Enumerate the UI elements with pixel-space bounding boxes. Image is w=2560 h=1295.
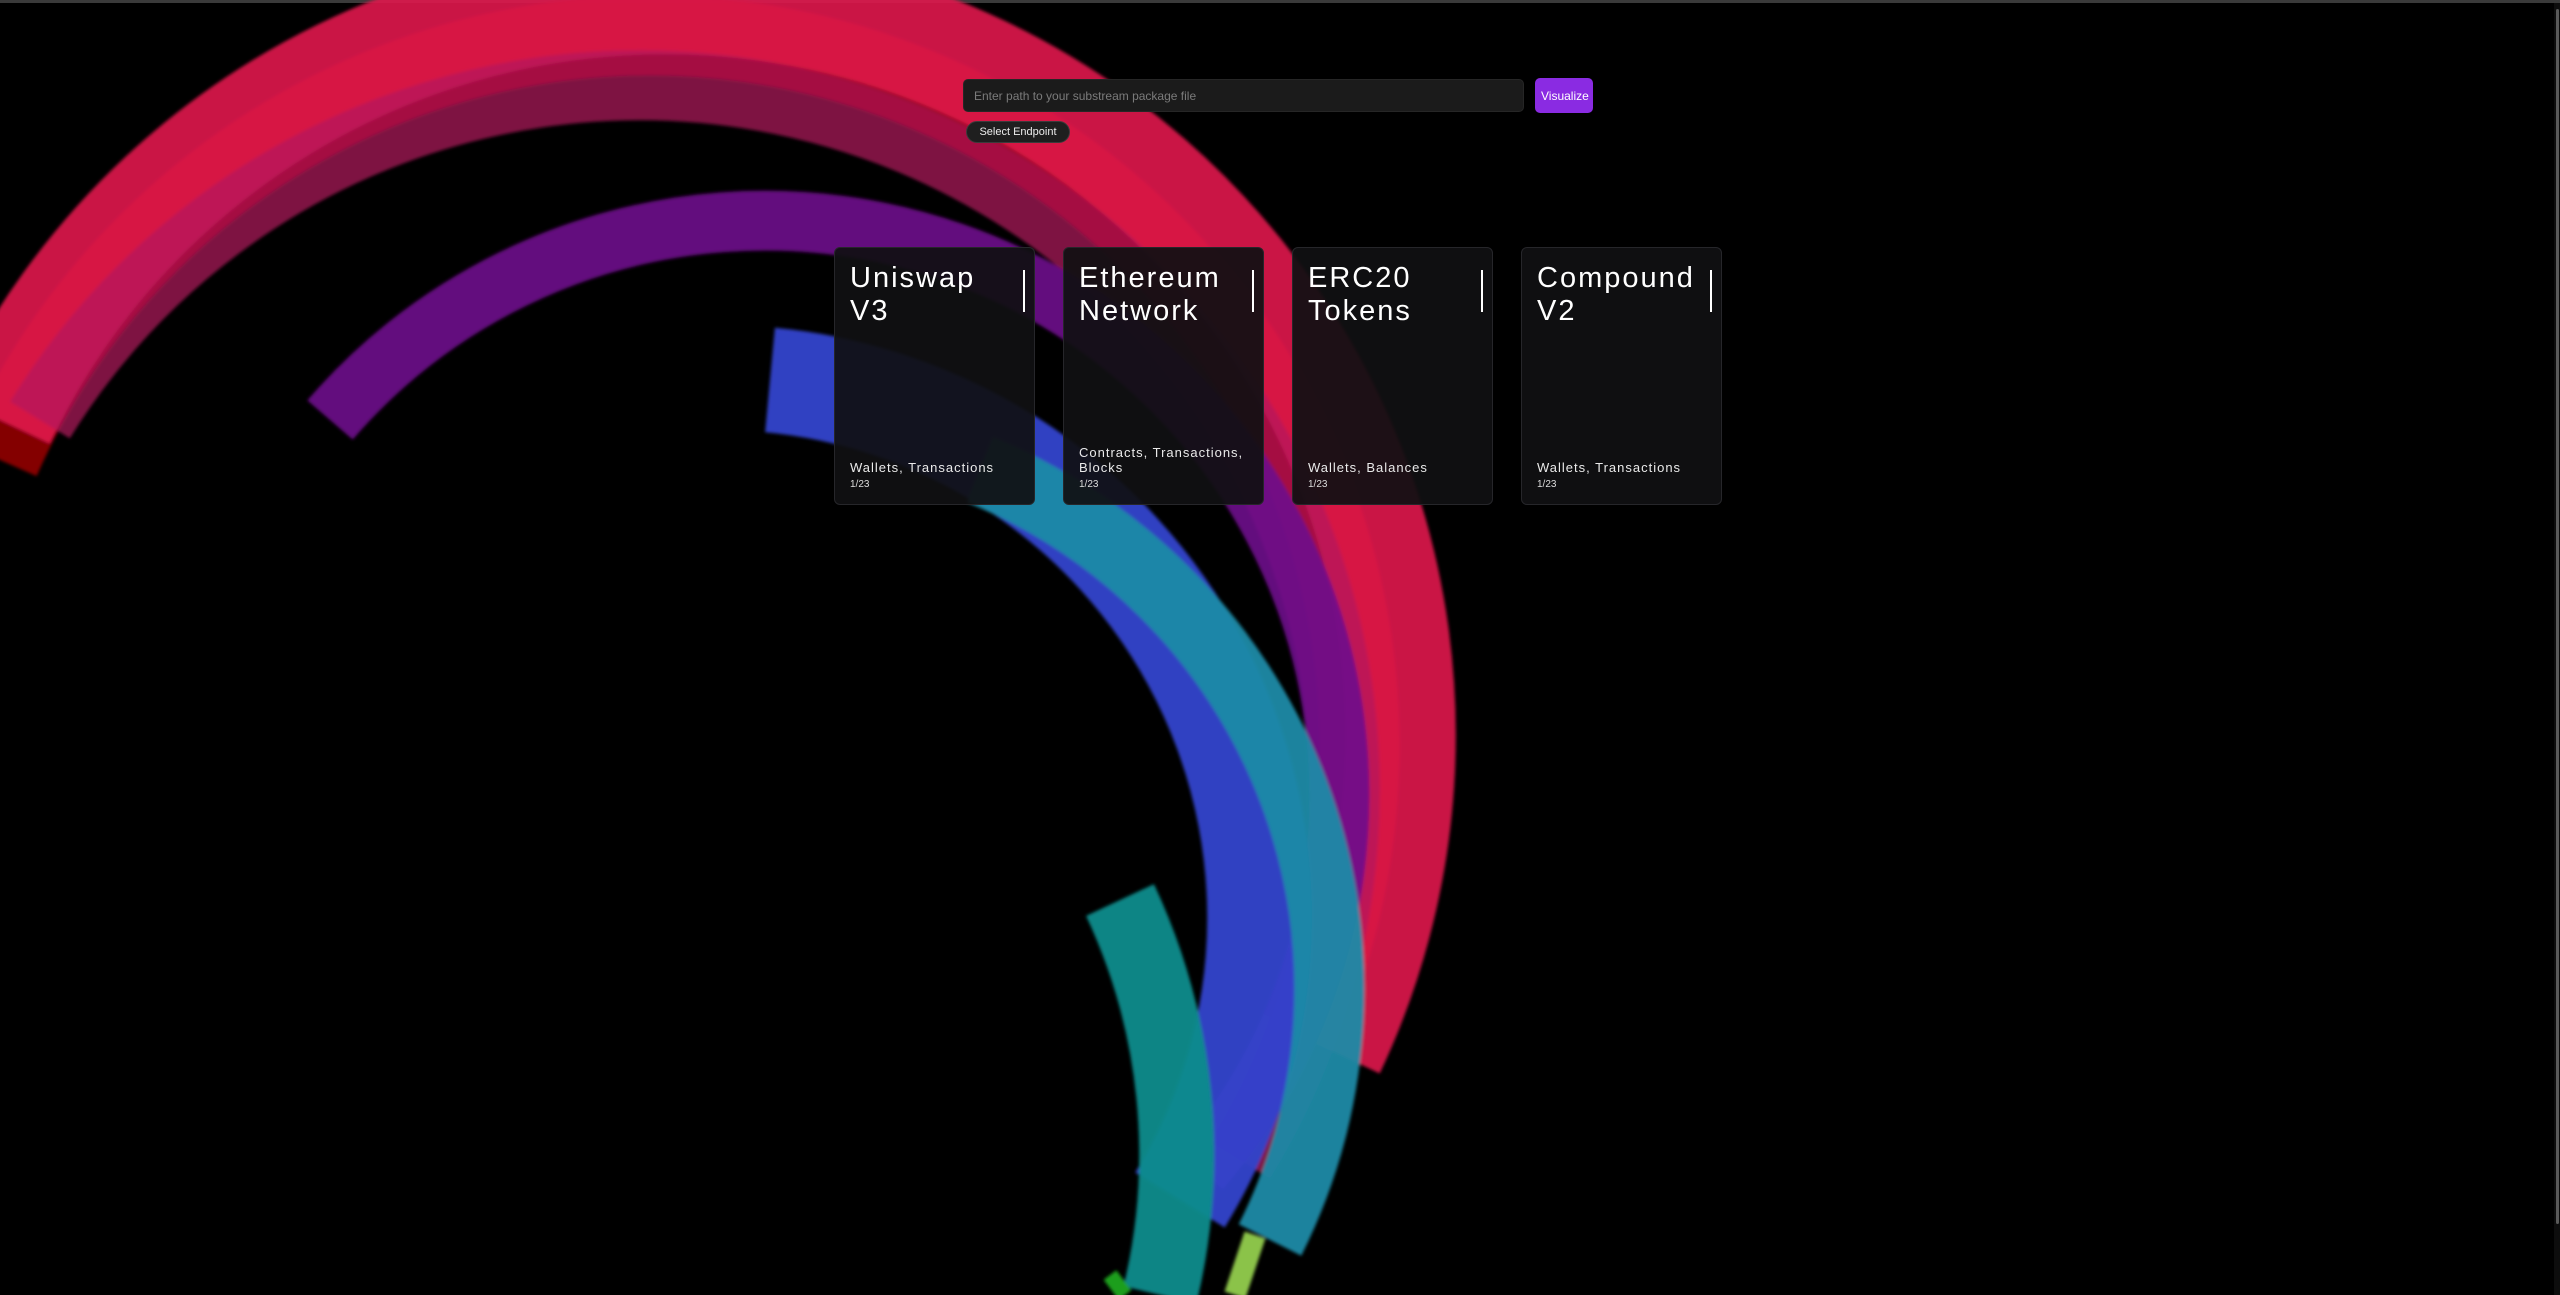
card-accent-bar [1710,270,1712,312]
green-arc [1103,1270,1132,1295]
card-erc20-tokens[interactable]: ERC20 Tokens Wallets, Balances 1/23 [1292,247,1493,505]
vertical-scrollbar[interactable] [2554,3,2560,1295]
card-accent-bar [1023,270,1025,312]
card-tags: Wallets, Balances [1308,460,1428,475]
card-page-indicator: 1/23 [850,479,870,490]
substream-card-list: Uniswap V3 Wallets, Transactions 1/23 Et… [834,247,1722,505]
window-top-border [0,0,2560,3]
red-arc [0,0,1400,1047]
search-row: Visualize [963,78,1593,113]
card-title: Uniswap V3 [850,262,976,327]
card-page-indicator: 1/23 [1308,479,1328,490]
card-tags: Wallets, Transactions [1537,460,1682,475]
card-tags: Contracts, Transactions, Blocks [1079,445,1244,475]
card-uniswap-v3[interactable]: Uniswap V3 Wallets, Transactions 1/23 [834,247,1035,505]
rainbow-arc-background [0,0,1456,1295]
card-title: Ethereum Network [1079,262,1221,327]
select-endpoint-button[interactable]: Select Endpoint [966,121,1070,143]
card-page-indicator: 1/23 [1079,479,1099,490]
cyan-arc [966,437,1365,1256]
card-title: ERC20 Tokens [1308,262,1412,327]
card-ethereum-network[interactable]: Ethereum Network Contracts, Transactions… [1063,247,1264,505]
lime-arc [1224,1231,1266,1295]
card-tags: Wallets, Transactions [850,460,995,475]
crimson-arc [0,0,1456,1074]
package-path-input[interactable] [963,79,1524,112]
visualize-button[interactable]: Visualize [1535,78,1593,113]
card-compound-v2[interactable]: Compound V2 Wallets, Transactions 1/23 [1521,247,1722,505]
card-accent-bar [1481,270,1483,312]
teal-arc [1085,884,1215,1295]
card-accent-bar [1252,270,1254,312]
card-page-indicator: 1/23 [1537,479,1557,490]
scrollbar-thumb[interactable] [2556,9,2559,1224]
card-title: Compound V2 [1537,262,1695,327]
